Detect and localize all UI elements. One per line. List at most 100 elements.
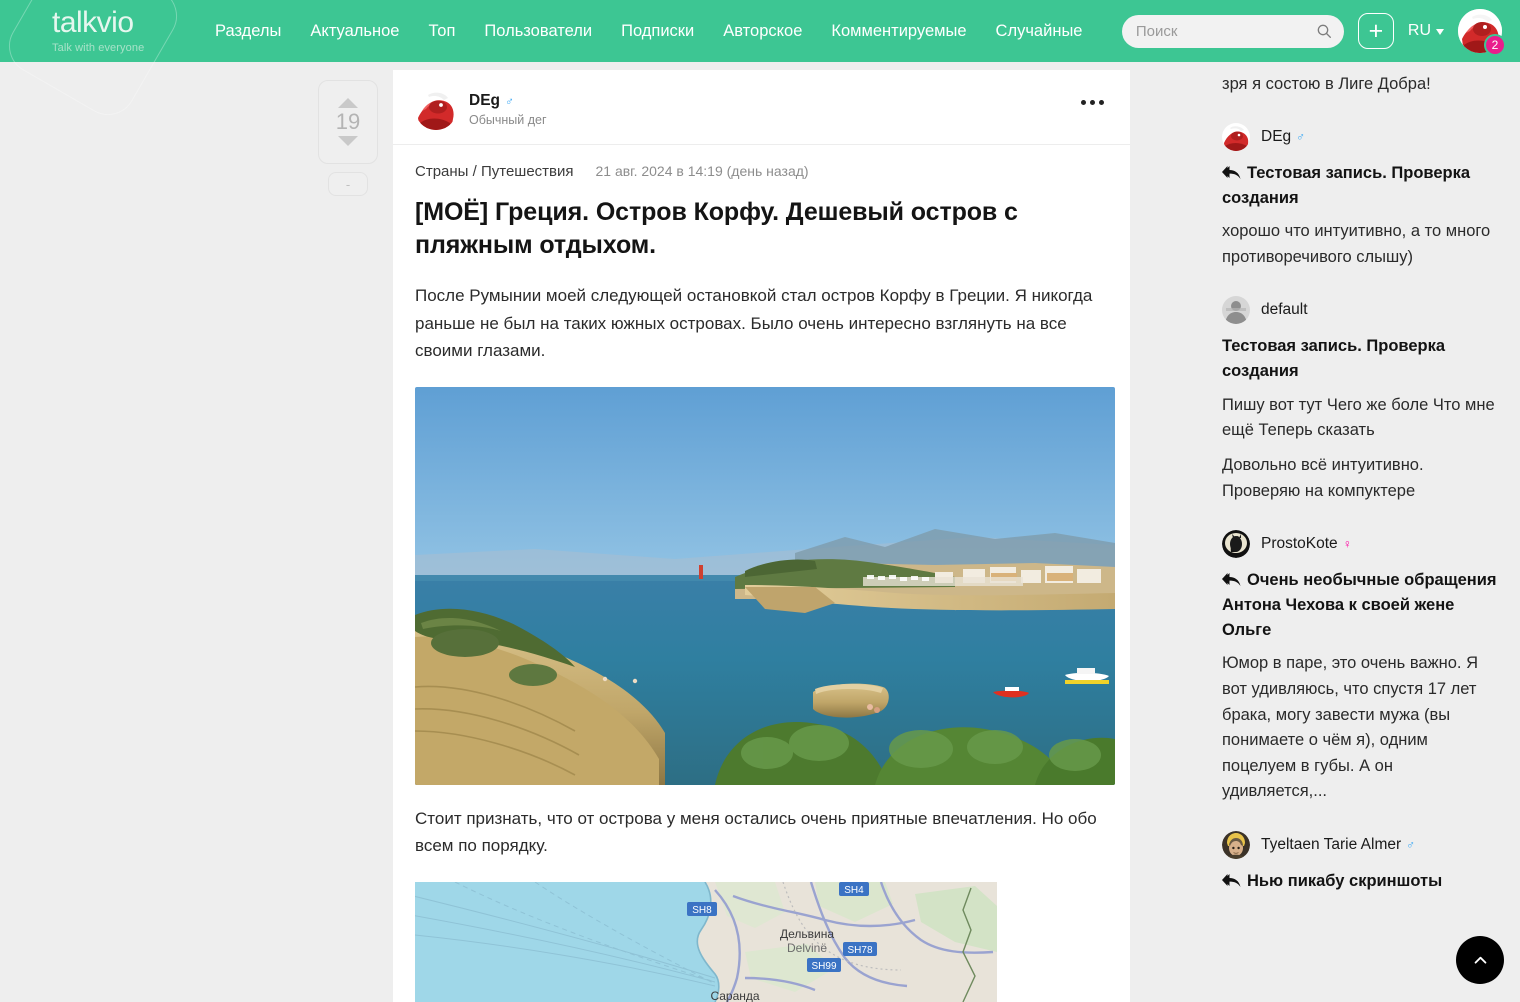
comment-header: DEg ♂ <box>1222 122 1498 151</box>
avatar-image <box>1222 530 1250 559</box>
comment-user[interactable]: default <box>1261 301 1308 319</box>
map-label-sh99: SH99 <box>811 961 836 972</box>
main-nav: Разделы Актуальное Топ Пользователи Подп… <box>215 22 1082 41</box>
comments-sidebar: зря я состою в Лиге Добра! DEg ♂ Тестова… <box>1200 62 1520 938</box>
avatar[interactable] <box>1222 530 1250 559</box>
chevron-down-icon <box>1436 29 1444 35</box>
gender-male-icon: ♂ <box>505 93 514 108</box>
reply-icon <box>1222 873 1241 887</box>
nav-item-razdely[interactable]: Разделы <box>215 22 281 41</box>
comment-text: Довольно всё интуитивно. Проверяю на ком… <box>1222 456 1424 500</box>
map-label-delvina-ru: Дельвина <box>780 927 834 941</box>
dot <box>1081 100 1086 105</box>
post-title: [МОЁ] Греция. Остров Корфу. Дешевый остр… <box>415 196 1108 262</box>
search-icon[interactable] <box>1316 23 1332 39</box>
post-category[interactable]: Страны / Путешествия <box>415 163 574 180</box>
post-menu-button[interactable] <box>1081 100 1104 105</box>
site-logo[interactable]: talkvio Talk with everyone <box>0 0 190 126</box>
vote-column: 19 - <box>318 80 378 196</box>
nav-item-aktualnoe[interactable]: Актуальное <box>310 22 399 41</box>
avatar[interactable] <box>1222 296 1250 325</box>
map-label-saranda: Саранда <box>710 989 759 1002</box>
comment-post-title[interactable]: Тестовая запись. Проверка создания <box>1222 161 1498 211</box>
post-meta: Страны / Путешествия 21 авг. 2024 в 14:1… <box>415 163 1108 180</box>
nav-item-podpiski[interactable]: Подписки <box>621 22 694 41</box>
comment-post-title[interactable]: Тестовая запись. Проверка создания <box>1222 334 1498 384</box>
comment-post-title[interactable]: Нью пикабу скриншоты <box>1222 869 1498 894</box>
avatar-image <box>1222 830 1250 859</box>
comment-user-name: Tyeltaen Tarie Almer <box>1261 835 1402 853</box>
post-photo-corfu[interactable] <box>415 386 1115 785</box>
comment-user-name: default <box>1261 301 1308 319</box>
logo-text: talkvio <box>52 6 134 39</box>
downvote-icon[interactable] <box>338 136 358 147</box>
gender-male-icon: ♂ <box>1406 837 1416 852</box>
comment-text: Юмор в паре, это очень важно. Я вот удив… <box>1222 654 1478 801</box>
comment-header: Tyeltaen Tarie Almer ♂ <box>1222 830 1498 859</box>
dot <box>1090 100 1095 105</box>
comment-post-title-text: Тестовая запись. Проверка создания <box>1222 163 1471 207</box>
header-actions: + RU 2 <box>1121 9 1520 56</box>
post-map-image[interactable]: SH8 SH4 SH78 SH99 Дельвина Delvinë Саран… <box>415 881 997 1002</box>
post-card: DEg ♂ Обычный дег Страны / Путешествия 2… <box>393 70 1130 1002</box>
comment-header: ProstoKote ♀ <box>1222 530 1498 559</box>
avatar-image <box>415 88 457 130</box>
site-header: talkvio Talk with everyone Разделы Актуа… <box>0 0 1520 126</box>
language-label: RU <box>1407 22 1431 39</box>
language-switcher[interactable]: RU <box>1408 22 1444 40</box>
post-author-name-row: DEg ♂ <box>469 92 547 110</box>
reply-icon <box>1222 165 1241 179</box>
nav-item-avtorskoe[interactable]: Авторское <box>723 22 802 41</box>
comment-text: хорошо что интуитивно, а то много против… <box>1222 222 1491 266</box>
comment-user[interactable]: DEg ♂ <box>1261 128 1305 146</box>
comment-user[interactable]: Tyeltaen Tarie Almer ♂ <box>1261 836 1415 854</box>
sidebar-tail-text: зря я состою в Лиге Добра! <box>1222 75 1431 93</box>
reply-icon <box>1222 573 1241 587</box>
nav-item-polzovateli[interactable]: Пользователи <box>484 22 592 41</box>
user-avatar-button[interactable]: 2 <box>1458 9 1506 56</box>
avatar-image <box>1222 122 1250 151</box>
sidebar-comment[interactable]: DEg ♂ Тестовая запись. Проверка создания… <box>1222 122 1498 271</box>
map-image: SH8 SH4 SH78 SH99 Дельвина Delvinë Саран… <box>415 881 997 1002</box>
nav-item-top[interactable]: Топ <box>429 22 456 41</box>
comment-post-title-text: Нью пикабу скриншоты <box>1247 871 1443 890</box>
search-box[interactable] <box>1121 14 1344 48</box>
comment-post-title-text: Очень необычные обращения Антона Чехова … <box>1222 571 1497 639</box>
post-author-subtitle: Обычный дег <box>469 112 547 127</box>
map-road-shield-sh4: SH4 <box>839 881 869 896</box>
comment-text: Пишу вот тут Чего же боле Что мне ещё Те… <box>1222 395 1495 440</box>
sidebar-comment[interactable]: ProstoKote ♀ Очень необычные обращения А… <box>1222 530 1498 805</box>
scroll-to-top-button[interactable] <box>1456 936 1504 984</box>
comment-header: default <box>1222 296 1498 325</box>
chevron-up-icon <box>1474 956 1486 964</box>
vote-widget: 19 <box>318 80 378 164</box>
post-header: DEg ♂ Обычный дег <box>393 70 1130 145</box>
search-input[interactable] <box>1135 22 1306 40</box>
avatar[interactable] <box>1222 122 1250 151</box>
avatar[interactable] <box>1222 830 1250 859</box>
comment-user[interactable]: ProstoKote ♀ <box>1261 535 1352 553</box>
post-date: 21 авг. 2024 в 14:19 (день назад) <box>595 163 809 179</box>
photo-image <box>415 386 1115 785</box>
nav-item-sluchaynye[interactable]: Случайные <box>996 22 1083 41</box>
map-road-shield-sh8: SH8 <box>687 901 717 916</box>
post-title-text: Греция. Остров Корфу. Дешевый остров с п… <box>415 198 1018 259</box>
upvote-icon[interactable] <box>338 97 358 108</box>
avatar-image <box>1222 296 1250 325</box>
notification-badge[interactable]: 2 <box>1484 34 1506 56</box>
sidebar-comment[interactable]: Tyeltaen Tarie Almer ♂ Нью пикабу скринш… <box>1222 830 1498 894</box>
post-paragraph-1: После Румынии моей следующей остановкой … <box>415 286 1093 361</box>
post-author-avatar[interactable] <box>415 88 457 130</box>
gender-male-icon: ♂ <box>1296 129 1306 144</box>
map-label-sh4: SH4 <box>844 885 864 896</box>
collapse-button[interactable]: - <box>328 172 368 196</box>
post-author-name[interactable]: DEg <box>469 92 500 110</box>
map-road-shield-sh78: SH78 <box>843 941 877 956</box>
logo-tagline: Talk with everyone <box>52 42 145 54</box>
map-label-delvine-lat: Delvinë <box>787 941 827 955</box>
comment-post-title[interactable]: Очень необычные обращения Антона Чехова … <box>1222 568 1498 642</box>
map-road-shield-sh99: SH99 <box>807 957 841 972</box>
sidebar-comment[interactable]: default Тестовая запись. Проверка создан… <box>1222 296 1498 504</box>
nav-item-kommentiruemye[interactable]: Комментируемые <box>831 22 966 41</box>
create-post-button[interactable]: + <box>1357 13 1394 49</box>
